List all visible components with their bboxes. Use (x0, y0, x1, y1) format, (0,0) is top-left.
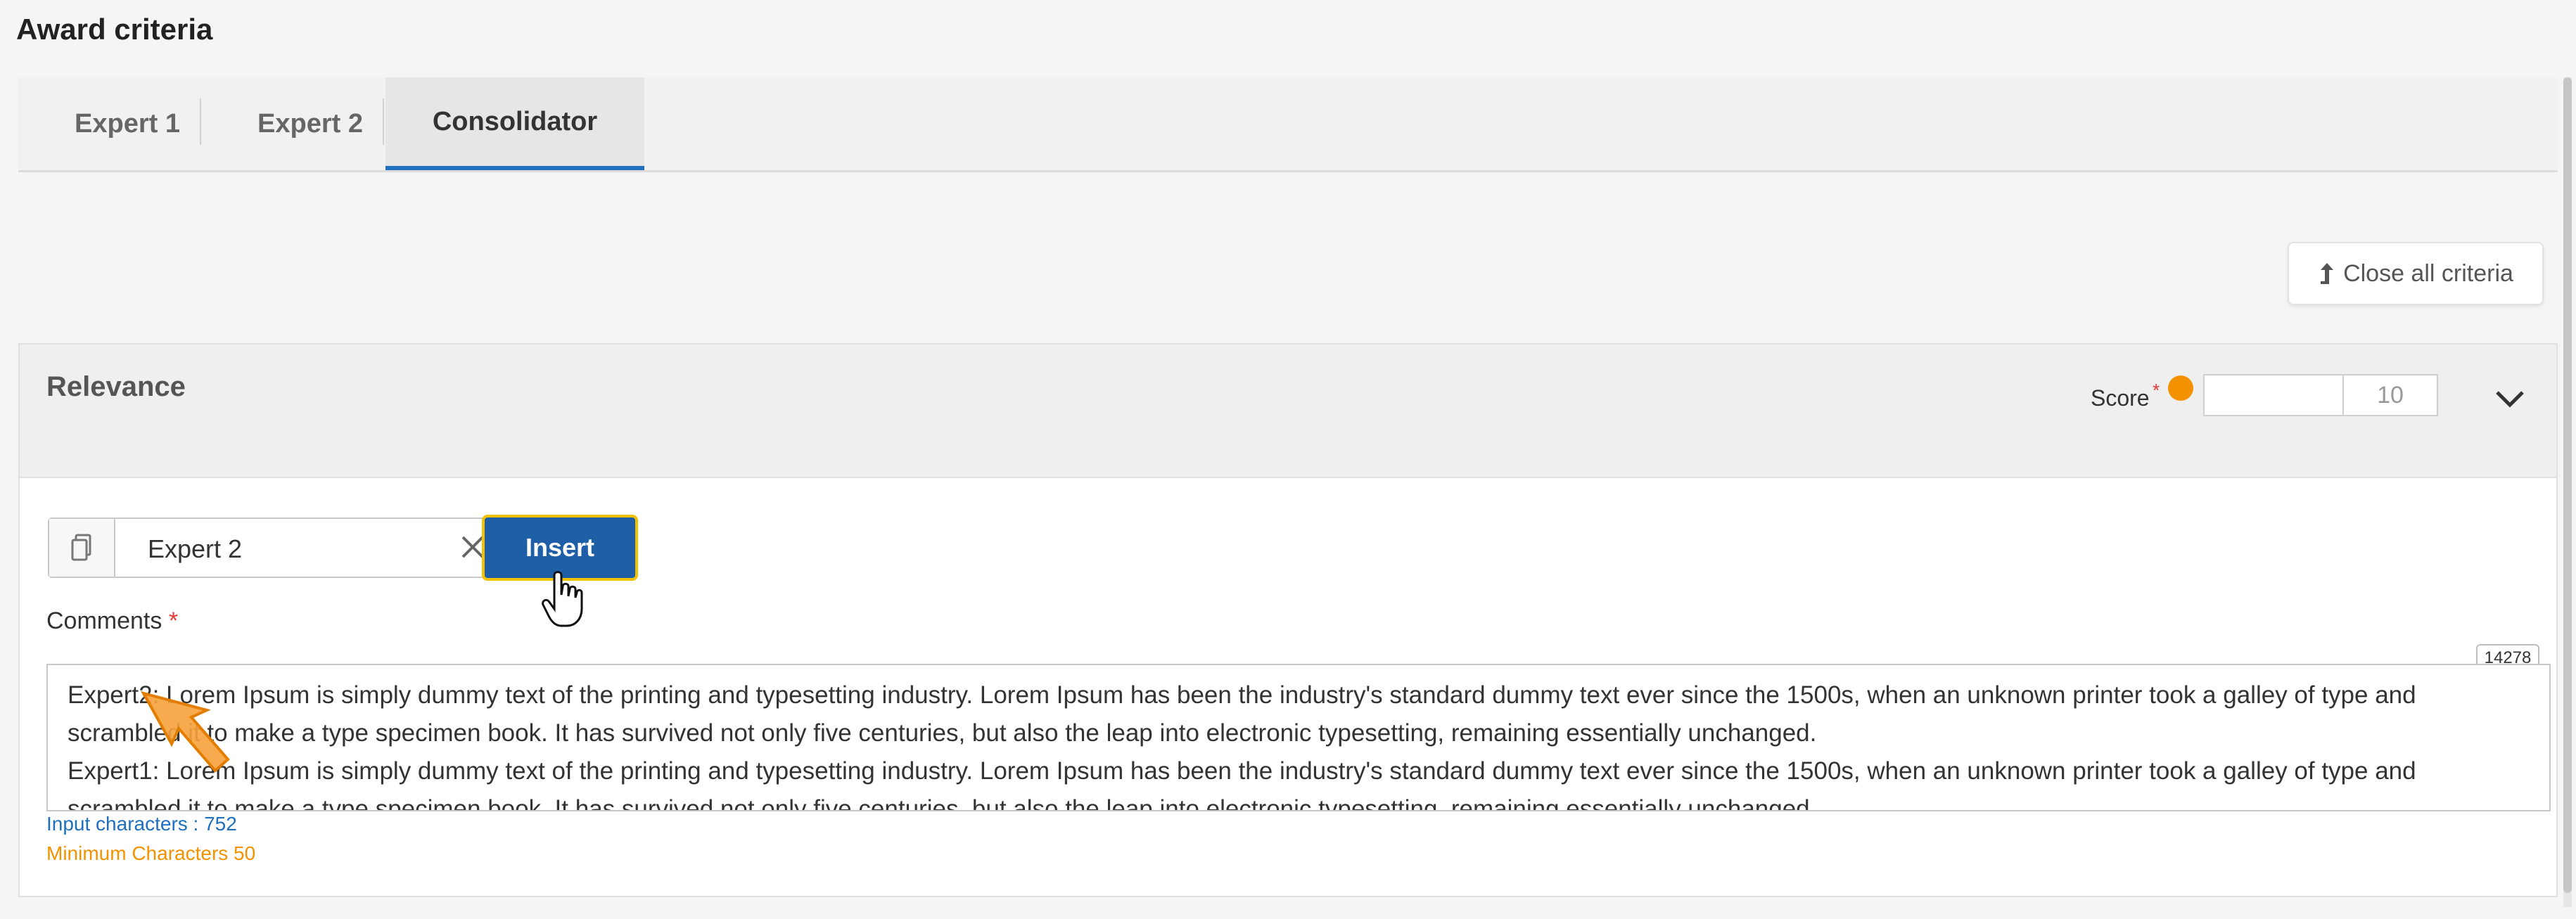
tab-divider (383, 98, 384, 145)
comments-label: Comments * (46, 608, 178, 635)
template-icon-cell (49, 519, 115, 577)
tab-consolidator[interactable]: Consolidator (385, 77, 644, 170)
tab-expert-2[interactable]: Expert 2 (222, 77, 398, 170)
score-status-dot (2168, 375, 2193, 401)
tab-bar: Expert 1 Expert 2 Consolidator (18, 77, 2558, 172)
comments-label-text: Comments (46, 608, 162, 634)
criterion-header[interactable]: Relevance Score * 10 (20, 345, 2556, 478)
scrollbar-thumb[interactable] (2563, 77, 2572, 893)
tab-divider (200, 98, 201, 145)
hand-pointer-icon (542, 571, 583, 627)
close-all-criteria-label: Close all criteria (2343, 259, 2513, 287)
template-selected-value: Expert 2 (148, 534, 243, 563)
tab-expert-1[interactable]: Expert 1 (46, 77, 208, 170)
score-input[interactable] (2203, 374, 2344, 416)
comment-line: Expert2: Lorem Ipsum is simply dummy tex… (68, 681, 2423, 747)
comment-line: Expert1: Lorem Ipsum is simply dummy tex… (68, 757, 2423, 811)
score-required-marker: * (2153, 380, 2160, 401)
comments-textarea[interactable]: Expert2: Lorem Ipsum is simply dummy tex… (46, 664, 2551, 811)
input-characters-count: Input characters : 752 (46, 813, 237, 835)
criterion-title: Relevance (46, 371, 186, 402)
score-max: 10 (2344, 374, 2438, 416)
comments-required-marker: * (168, 608, 179, 634)
arrow-up-icon (2321, 263, 2334, 284)
document-icon (71, 534, 91, 561)
close-all-criteria-button[interactable]: Close all criteria (2288, 242, 2544, 305)
chevron-down-icon[interactable] (2490, 384, 2530, 412)
page-title: Award criteria (16, 13, 213, 46)
minimum-characters-note: Minimum Characters 50 (46, 842, 256, 864)
template-selector[interactable]: Expert 2 (48, 518, 505, 578)
score-label: Score (2091, 385, 2150, 411)
criterion-card: Relevance Score * 10 Expert 2 Insert Com… (18, 343, 2558, 897)
pointer-highlight-icon (140, 690, 230, 773)
